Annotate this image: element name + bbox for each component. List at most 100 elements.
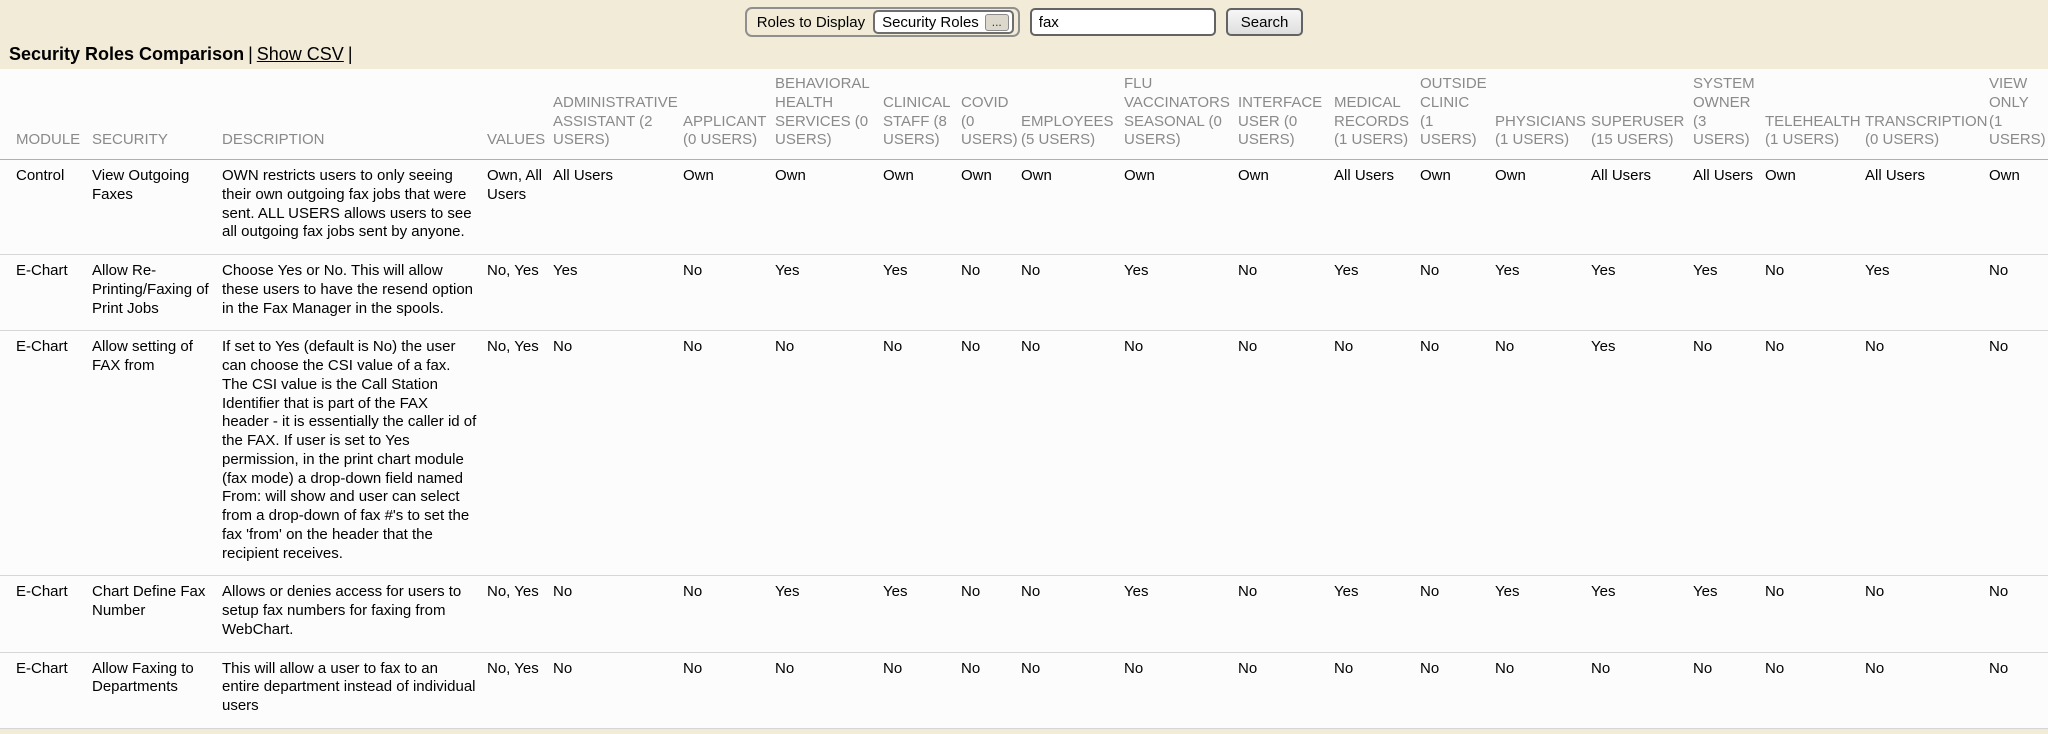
cell-interface-user: No [1238, 652, 1334, 728]
col-header-behavioral-health-services: BEHAVIORAL HEALTH SERVICES (0 USERS) [775, 69, 883, 160]
roles-table: MODULESECURITYDESCRIPTIONVALUESADMINISTR… [0, 69, 2048, 729]
cell-transcription: No [1865, 652, 1989, 728]
cell-values: No, Yes [487, 255, 553, 331]
search-button[interactable]: Search [1226, 8, 1304, 36]
cell-values: No, Yes [487, 576, 553, 652]
cell-employees: No [1021, 331, 1124, 576]
cell-security: Allow setting of FAX from [92, 331, 222, 576]
page-header: Security Roles Comparison|Show CSV| [0, 40, 2048, 69]
cell-system-owner: All Users [1693, 160, 1765, 255]
cell-description: Allows or denies access for users to set… [222, 576, 487, 652]
col-header-employees: EMPLOYEES (5 USERS) [1021, 69, 1124, 160]
cell-superuser: All Users [1591, 160, 1693, 255]
cell-module: Control [0, 160, 92, 255]
roles-to-display-label: Roles to Display [757, 14, 865, 31]
search-input[interactable] [1030, 8, 1216, 36]
col-header-system-owner: SYSTEM OWNER (3 USERS) [1693, 69, 1765, 160]
cell-applicant: No [683, 652, 775, 728]
cell-system-owner: Yes [1693, 255, 1765, 331]
table-row: E-ChartAllow Re-Printing/Faxing of Print… [0, 255, 2048, 331]
cell-values: No, Yes [487, 331, 553, 576]
roles-to-display-group: Roles to Display Security Roles ... [745, 7, 1020, 37]
table-row: E-ChartChart Define Fax NumberAllows or … [0, 576, 2048, 652]
cell-clinical-staff: No [883, 652, 961, 728]
cell-clinical-staff: Yes [883, 255, 961, 331]
col-header-flu-vaccinators-seasonal: FLU VACCINATORS SEASONAL (0 USERS) [1124, 69, 1238, 160]
cell-interface-user: No [1238, 255, 1334, 331]
cell-administrative-assistant: No [553, 331, 683, 576]
cell-transcription: Yes [1865, 255, 1989, 331]
cell-physicians: Yes [1495, 255, 1591, 331]
cell-medical-records: Yes [1334, 576, 1420, 652]
cell-transcription: No [1865, 576, 1989, 652]
col-header-clinical-staff: CLINICAL STAFF (8 USERS) [883, 69, 961, 160]
cell-values: Own, All Users [487, 160, 553, 255]
cell-covid: No [961, 576, 1021, 652]
col-header-medical-records: MEDICAL RECORDS (1 USERS) [1334, 69, 1420, 160]
cell-description: Choose Yes or No. This will allow these … [222, 255, 487, 331]
cell-covid: No [961, 255, 1021, 331]
col-header-applicant: APPLICANT (0 USERS) [683, 69, 775, 160]
col-header-physicians: PHYSICIANS (1 USERS) [1495, 69, 1591, 160]
cell-behavioral-health-services: Yes [775, 576, 883, 652]
cell-superuser: No [1591, 652, 1693, 728]
cell-applicant: No [683, 255, 775, 331]
col-header-view-only: VIEW ONLY (1 USERS) [1989, 69, 2048, 160]
cell-view-only: No [1989, 255, 2048, 331]
cell-interface-user: No [1238, 331, 1334, 576]
cell-medical-records: No [1334, 331, 1420, 576]
cell-transcription: All Users [1865, 160, 1989, 255]
col-header-superuser: SUPERUSER (15 USERS) [1591, 69, 1693, 160]
cell-view-only: No [1989, 576, 2048, 652]
cell-clinical-staff: No [883, 331, 961, 576]
cell-view-only: Own [1989, 160, 2048, 255]
cell-security: View Outgoing Faxes [92, 160, 222, 255]
cell-physicians: No [1495, 331, 1591, 576]
page-title: Security Roles Comparison [9, 44, 244, 64]
cell-module: E-Chart [0, 652, 92, 728]
table-header-row: MODULESECURITYDESCRIPTIONVALUESADMINISTR… [0, 69, 2048, 160]
col-header-administrative-assistant: ADMINISTRATIVE ASSISTANT (2 USERS) [553, 69, 683, 160]
col-header-description: DESCRIPTION [222, 69, 487, 160]
cell-security: Chart Define Fax Number [92, 576, 222, 652]
cell-applicant: No [683, 331, 775, 576]
cell-flu-vaccinators-seasonal: Yes [1124, 576, 1238, 652]
cell-administrative-assistant: Yes [553, 255, 683, 331]
col-header-covid: COVID (0 USERS) [961, 69, 1021, 160]
separator: | [348, 44, 353, 64]
cell-transcription: No [1865, 331, 1989, 576]
roles-selector[interactable]: Security Roles ... [873, 10, 1014, 34]
cell-values: No, Yes [487, 652, 553, 728]
separator: | [248, 44, 253, 64]
cell-interface-user: No [1238, 576, 1334, 652]
col-header-module: MODULE [0, 69, 92, 160]
cell-employees: No [1021, 576, 1124, 652]
cell-outside-clinic: No [1420, 331, 1495, 576]
cell-employees: Own [1021, 160, 1124, 255]
cell-flu-vaccinators-seasonal: No [1124, 652, 1238, 728]
cell-security: Allow Faxing to Departments [92, 652, 222, 728]
cell-physicians: Yes [1495, 576, 1591, 652]
cell-telehealth: No [1765, 652, 1865, 728]
cell-applicant: No [683, 576, 775, 652]
cell-employees: No [1021, 652, 1124, 728]
cell-behavioral-health-services: Own [775, 160, 883, 255]
cell-system-owner: Yes [1693, 576, 1765, 652]
cell-telehealth: No [1765, 331, 1865, 576]
cell-behavioral-health-services: No [775, 331, 883, 576]
cell-behavioral-health-services: Yes [775, 255, 883, 331]
cell-superuser: Yes [1591, 255, 1693, 331]
cell-behavioral-health-services: No [775, 652, 883, 728]
cell-module: E-Chart [0, 331, 92, 576]
cell-clinical-staff: Own [883, 160, 961, 255]
cell-superuser: Yes [1591, 331, 1693, 576]
col-header-security: SECURITY [92, 69, 222, 160]
cell-employees: No [1021, 255, 1124, 331]
roles-browse-button[interactable]: ... [985, 14, 1009, 31]
cell-flu-vaccinators-seasonal: Own [1124, 160, 1238, 255]
cell-physicians: Own [1495, 160, 1591, 255]
table-row: E-ChartAllow Faxing to DepartmentsThis w… [0, 652, 2048, 728]
show-csv-link[interactable]: Show CSV [257, 44, 344, 64]
col-header-transcription: TRANSCRIPTION (0 USERS) [1865, 69, 1989, 160]
col-header-values: VALUES [487, 69, 553, 160]
